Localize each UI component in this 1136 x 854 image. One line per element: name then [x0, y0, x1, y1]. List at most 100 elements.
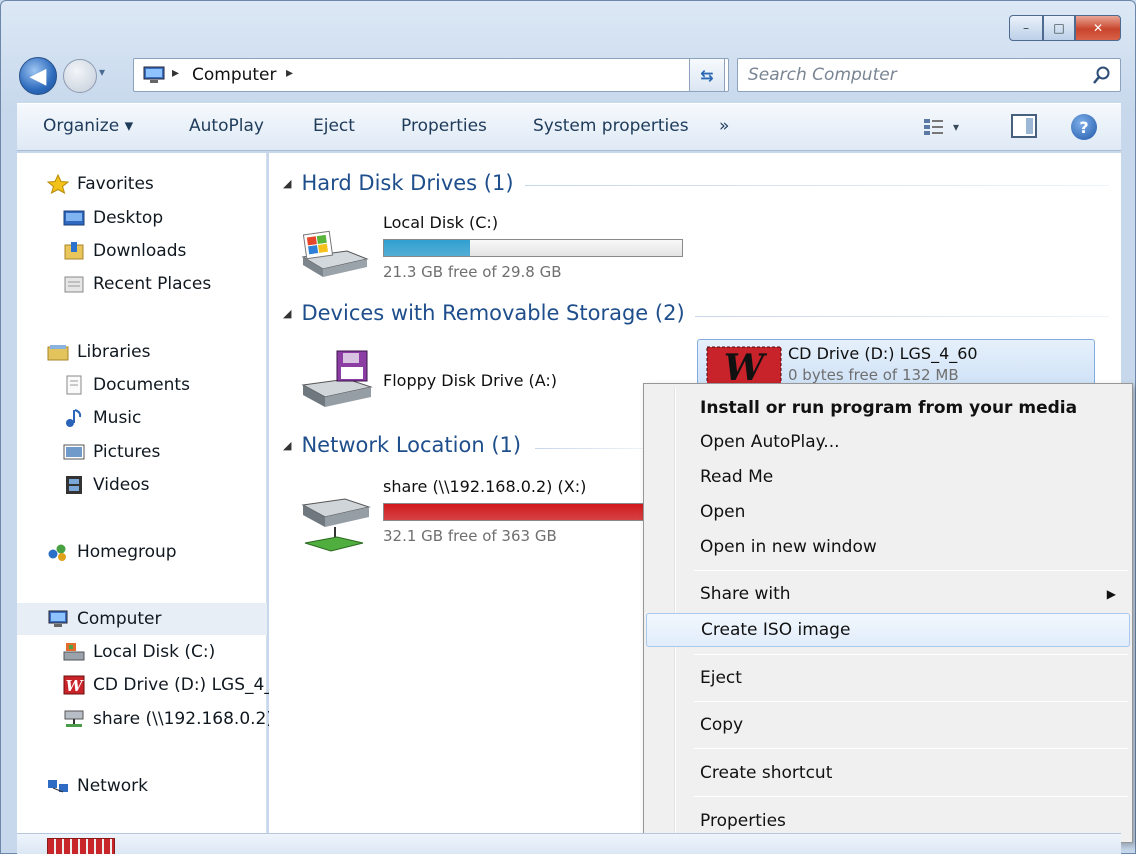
- group-hard-disk-drives[interactable]: ◢ Hard Disk Drives (1): [283, 171, 514, 195]
- drive-label: Local Disk (C:): [383, 213, 499, 232]
- menu-share-with[interactable]: Share with ▶: [646, 578, 1130, 610]
- cd-drive-w-icon: W: [706, 346, 782, 386]
- drive-free-space: 32.1 GB free of 363 GB: [383, 527, 557, 545]
- help-icon: ?: [1079, 117, 1089, 137]
- videos-icon: [66, 476, 82, 494]
- view-options-icon: [924, 119, 943, 135]
- back-button[interactable]: ◀: [19, 57, 57, 95]
- nav-documents[interactable]: Documents: [63, 370, 190, 400]
- refresh-icon: ⇆: [700, 65, 714, 85]
- context-menu: Install or run program from your media O…: [643, 383, 1133, 843]
- desktop-icon: [63, 210, 85, 226]
- group-divider: [535, 448, 645, 449]
- address-bar[interactable]: ▸ Computer ▸ ▾: [133, 58, 729, 92]
- properties-button[interactable]: Properties: [401, 116, 487, 136]
- nav-videos[interactable]: Videos: [63, 470, 150, 500]
- breadcrumb-separator-icon[interactable]: ▸: [286, 65, 293, 81]
- menu-open[interactable]: Open: [646, 496, 1130, 528]
- menu-create-iso-image[interactable]: Create ISO image: [646, 613, 1130, 647]
- capacity-bar-fill: [384, 504, 656, 520]
- recent-places-icon: [64, 276, 84, 293]
- minimize-button[interactable]: –: [1009, 15, 1043, 41]
- refresh-button[interactable]: ⇆: [689, 58, 725, 92]
- local-disk-icon: [63, 643, 85, 661]
- homegroup-icon: [48, 544, 66, 561]
- drive-free-space: 0 bytes free of 132 MB: [788, 366, 959, 384]
- recent-pages-dropdown[interactable]: ▾: [99, 65, 105, 79]
- nav-homegroup[interactable]: Homegroup: [47, 537, 177, 567]
- search-icon[interactable]: [1092, 65, 1112, 85]
- close-button[interactable]: ✕: [1075, 15, 1121, 41]
- back-arrow-icon: ◀: [29, 63, 47, 89]
- cd-drive-w-icon: [47, 838, 115, 854]
- change-view-button[interactable]: ▾: [923, 114, 973, 140]
- maximize-button[interactable]: □: [1043, 15, 1075, 41]
- details-pane: [17, 833, 1121, 854]
- explorer-window: – □ ✕ ◀ ▾ ▸ Computer ▸ ▾ ⇆: [0, 0, 1136, 854]
- breadcrumb-separator-icon[interactable]: ▸: [172, 65, 179, 81]
- group-divider: [525, 185, 1109, 186]
- menu-separator: [694, 654, 1128, 655]
- help-button[interactable]: ?: [1071, 114, 1097, 140]
- local-disk-icon: [301, 230, 369, 277]
- menu-create-shortcut[interactable]: Create shortcut: [646, 757, 1130, 789]
- music-icon: [66, 409, 82, 427]
- autoplay-button[interactable]: AutoPlay: [189, 116, 264, 136]
- computer-icon: [48, 610, 68, 627]
- submenu-arrow-icon: ▶: [1106, 587, 1116, 601]
- view-dropdown-icon: ▾: [953, 120, 960, 134]
- nav-music[interactable]: Music: [63, 403, 141, 433]
- nav-local-disk[interactable]: Local Disk (C:): [63, 637, 215, 667]
- menu-open-new-window[interactable]: Open in new window: [646, 531, 1130, 563]
- nav-cd-drive[interactable]: W CD Drive (D:) LGS_4_: [63, 670, 273, 700]
- nav-libraries[interactable]: Libraries: [47, 337, 150, 367]
- menu-install-run[interactable]: Install or run program from your media: [646, 392, 1130, 424]
- drive-label: share (\\192.168.0.2) (X:): [383, 477, 587, 496]
- navigation-bar: ◀ ▾ ▸ Computer ▸ ▾ ⇆: [17, 55, 1121, 95]
- downloads-folder-icon: [64, 242, 84, 260]
- collapse-triangle-icon: ◢: [283, 306, 292, 320]
- group-removable-storage[interactable]: ◢ Devices with Removable Storage (2): [283, 301, 685, 325]
- network-drive-icon: [301, 498, 371, 552]
- preview-pane-button[interactable]: [1011, 114, 1037, 138]
- nav-recent-places[interactable]: Recent Places: [63, 269, 211, 299]
- group-divider: [695, 316, 1109, 317]
- nav-desktop[interactable]: Desktop: [63, 203, 163, 233]
- nav-network[interactable]: Network: [47, 771, 148, 801]
- group-network-location[interactable]: ◢ Network Location (1): [283, 433, 521, 457]
- system-properties-button[interactable]: System properties: [533, 116, 689, 136]
- star-icon: [47, 174, 69, 194]
- nav-computer[interactable]: Computer: [47, 604, 162, 634]
- drive-free-space: 21.3 GB free of 29.8 GB: [383, 263, 562, 281]
- menu-open-autoplay[interactable]: Open AutoPlay...: [646, 426, 1130, 458]
- command-bar: Organize ▾ AutoPlay Eject Properties Sys…: [17, 103, 1121, 151]
- capacity-bar: [383, 239, 683, 257]
- close-icon: ✕: [1092, 21, 1104, 35]
- drive-cd-d[interactable]: W CD Drive (D:) LGS_4_60 0 bytes free of…: [697, 339, 1095, 387]
- minimize-icon: –: [1023, 21, 1029, 35]
- menu-separator: [694, 748, 1128, 749]
- menu-copy[interactable]: Copy: [646, 709, 1130, 741]
- caption-buttons: – □ ✕: [1009, 15, 1121, 41]
- search-box: [737, 58, 1121, 92]
- menu-eject[interactable]: Eject: [646, 662, 1130, 694]
- pictures-icon: [63, 444, 85, 460]
- menu-read-me[interactable]: Read Me: [646, 461, 1130, 493]
- collapse-triangle-icon: ◢: [283, 176, 292, 190]
- eject-button[interactable]: Eject: [313, 116, 355, 136]
- nav-favorites[interactable]: Favorites: [47, 169, 154, 199]
- organize-button[interactable]: Organize ▾: [43, 116, 133, 136]
- nav-share[interactable]: share (\\192.168.0.2): [63, 704, 273, 734]
- search-input[interactable]: [748, 63, 1078, 87]
- more-commands-button[interactable]: »: [719, 116, 729, 136]
- documents-icon: [66, 375, 82, 395]
- capacity-bar: [383, 503, 683, 521]
- breadcrumb-computer[interactable]: Computer: [192, 65, 277, 85]
- collapse-triangle-icon: ◢: [283, 438, 292, 452]
- nav-downloads[interactable]: Downloads: [63, 236, 186, 266]
- forward-button[interactable]: [63, 59, 97, 93]
- floppy-drive-icon: [301, 350, 373, 407]
- cd-drive-w-icon: W: [63, 675, 85, 695]
- libraries-icon: [47, 345, 69, 361]
- nav-pictures[interactable]: Pictures: [63, 437, 160, 467]
